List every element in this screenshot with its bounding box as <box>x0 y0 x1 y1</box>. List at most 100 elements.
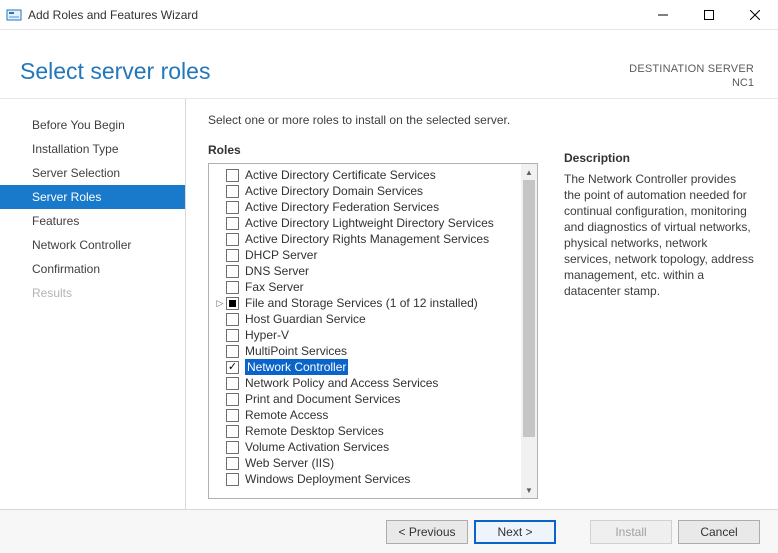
instruction-text: Select one or more roles to install on t… <box>208 113 538 127</box>
role-row[interactable]: ▷MultiPoint Services <box>215 343 517 359</box>
role-label[interactable]: Active Directory Lightweight Directory S… <box>245 215 494 231</box>
role-label[interactable]: Active Directory Federation Services <box>245 199 439 215</box>
role-row[interactable]: ▷ File and Storage Services (1 of 12 inst… <box>215 295 517 311</box>
role-label[interactable]: Print and Document Services <box>245 391 400 407</box>
role-checkbox[interactable] <box>226 297 239 310</box>
scroll-down-button[interactable]: ▼ <box>521 482 537 498</box>
role-checkbox[interactable] <box>226 409 239 422</box>
destination-value: NC1 <box>629 76 754 90</box>
role-checkbox[interactable] <box>226 329 239 342</box>
role-checkbox[interactable] <box>226 441 239 454</box>
role-row[interactable]: ▷Fax Server <box>215 279 517 295</box>
role-label[interactable]: Fax Server <box>245 279 304 295</box>
role-row[interactable]: ▷Hyper-V <box>215 327 517 343</box>
role-row[interactable]: ▷Print and Document Services <box>215 391 517 407</box>
role-label[interactable]: Volume Activation Services <box>245 439 389 455</box>
role-checkbox[interactable] <box>226 201 239 214</box>
footer: < Previous Next > Install Cancel <box>0 509 778 553</box>
scroll-up-button[interactable]: ▲ <box>521 164 537 180</box>
role-label[interactable]: Web Server (IIS) <box>245 455 334 471</box>
close-button[interactable] <box>732 0 778 30</box>
role-row[interactable]: ▷Active Directory Certificate Services <box>215 167 517 183</box>
role-label[interactable]: MultiPoint Services <box>245 343 347 359</box>
role-row[interactable]: ▷Remote Access <box>215 407 517 423</box>
maximize-button[interactable] <box>686 0 732 30</box>
sidebar-item[interactable]: Confirmation <box>0 257 185 281</box>
role-label[interactable]: Windows Deployment Services <box>245 471 410 487</box>
vertical-scrollbar[interactable]: ▲ ▼ <box>521 164 537 498</box>
sidebar-item[interactable]: Server Roles <box>0 185 185 209</box>
role-checkbox[interactable] <box>226 169 239 182</box>
role-label[interactable]: Hyper-V <box>245 327 289 343</box>
role-checkbox[interactable] <box>226 457 239 470</box>
body-area: Before You BeginInstallation TypeServer … <box>0 99 778 509</box>
role-row[interactable]: ▷Network Policy and Access Services <box>215 375 517 391</box>
scroll-track[interactable] <box>521 180 537 482</box>
sidebar-item[interactable]: Network Controller <box>0 233 185 257</box>
role-checkbox[interactable] <box>226 361 239 374</box>
main-content: Select one or more roles to install on t… <box>186 99 778 509</box>
app-icon <box>6 7 22 23</box>
role-row[interactable]: ▷Network Controller <box>215 359 517 375</box>
role-row[interactable]: ▷DNS Server <box>215 263 517 279</box>
role-checkbox[interactable] <box>226 265 239 278</box>
sidebar-item[interactable]: Features <box>0 209 185 233</box>
role-row[interactable]: ▷Active Directory Federation Services <box>215 199 517 215</box>
minimize-button[interactable] <box>640 0 686 30</box>
sidebar-item[interactable]: Installation Type <box>0 137 185 161</box>
sidebar-item: Results <box>0 281 185 305</box>
titlebar: Add Roles and Features Wizard <box>0 0 778 30</box>
role-row[interactable]: ▷Host Guardian Service <box>215 311 517 327</box>
role-checkbox[interactable] <box>226 313 239 326</box>
sidebar-item[interactable]: Before You Begin <box>0 113 185 137</box>
role-label[interactable]: File and Storage Services (1 of 12 insta… <box>245 295 478 311</box>
role-checkbox[interactable] <box>226 249 239 262</box>
description-header: Description <box>564 151 756 165</box>
role-label[interactable]: Active Directory Certificate Services <box>245 167 436 183</box>
role-label[interactable]: Network Policy and Access Services <box>245 375 438 391</box>
role-checkbox[interactable] <box>226 281 239 294</box>
description-body: The Network Controller provides the poin… <box>564 171 756 299</box>
scroll-thumb[interactable] <box>523 180 535 437</box>
role-label[interactable]: Remote Access <box>245 407 328 423</box>
role-label[interactable]: Host Guardian Service <box>245 311 366 327</box>
role-checkbox[interactable] <box>226 233 239 246</box>
window-title: Add Roles and Features Wizard <box>28 8 640 22</box>
roles-listbox[interactable]: ▷Active Directory Certificate Services▷A… <box>208 163 538 499</box>
role-checkbox[interactable] <box>226 345 239 358</box>
sidebar: Before You BeginInstallation TypeServer … <box>0 99 186 509</box>
role-checkbox[interactable] <box>226 217 239 230</box>
role-row[interactable]: ▷Web Server (IIS) <box>215 455 517 471</box>
install-button: Install <box>590 520 672 544</box>
role-label[interactable]: DNS Server <box>245 263 309 279</box>
role-checkbox[interactable] <box>226 425 239 438</box>
page-title: Select server roles <box>20 58 629 85</box>
role-row[interactable]: ▷DHCP Server <box>215 247 517 263</box>
role-checkbox[interactable] <box>226 185 239 198</box>
roles-header: Roles <box>208 143 538 157</box>
role-checkbox[interactable] <box>226 377 239 390</box>
roles-scroll: ▷Active Directory Certificate Services▷A… <box>209 164 521 498</box>
role-checkbox[interactable] <box>226 393 239 406</box>
sidebar-item[interactable]: Server Selection <box>0 161 185 185</box>
role-checkbox[interactable] <box>226 473 239 486</box>
window-controls <box>640 0 778 30</box>
expander-icon[interactable]: ▷ <box>215 295 225 311</box>
role-label[interactable]: Active Directory Domain Services <box>245 183 423 199</box>
destination-label: DESTINATION SERVER <box>629 62 754 76</box>
role-label[interactable]: Network Controller <box>245 359 348 375</box>
role-row[interactable]: ▷Remote Desktop Services <box>215 423 517 439</box>
role-row[interactable]: ▷Active Directory Rights Management Serv… <box>215 231 517 247</box>
role-label[interactable]: Active Directory Rights Management Servi… <box>245 231 489 247</box>
role-row[interactable]: ▷Active Directory Lightweight Directory … <box>215 215 517 231</box>
role-row[interactable]: ▷Volume Activation Services <box>215 439 517 455</box>
cancel-button[interactable]: Cancel <box>678 520 760 544</box>
next-button[interactable]: Next > <box>474 520 556 544</box>
header-area: Select server roles DESTINATION SERVER N… <box>0 30 778 99</box>
wizard-window: Add Roles and Features Wizard Select ser… <box>0 0 778 553</box>
role-row[interactable]: ▷Windows Deployment Services <box>215 471 517 487</box>
role-row[interactable]: ▷Active Directory Domain Services <box>215 183 517 199</box>
role-label[interactable]: Remote Desktop Services <box>245 423 384 439</box>
previous-button[interactable]: < Previous <box>386 520 468 544</box>
role-label[interactable]: DHCP Server <box>245 247 317 263</box>
